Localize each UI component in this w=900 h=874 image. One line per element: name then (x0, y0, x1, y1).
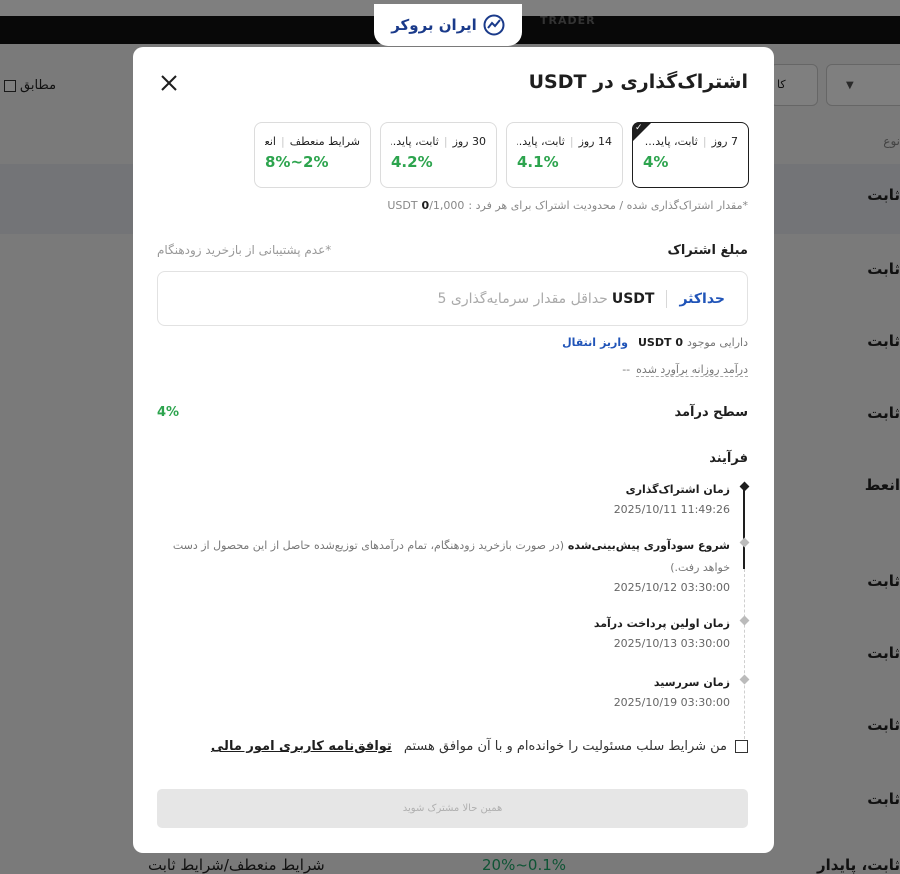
plan-card-30-day[interactable]: 30 روز | ثابت، پاید... 4.2% (380, 122, 497, 188)
subscribe-button[interactable]: همین حالا مشترک شوید (157, 789, 748, 828)
timeline-step: زمان اولین پرداخت درآمد 2025/10/13 03:30… (150, 613, 750, 650)
plan-card-7-day[interactable]: ✓ 7 روز | ثابت، پاید... 4% (632, 122, 749, 188)
timeline-dot-icon (739, 674, 750, 685)
step-title: زمان اشتراک‌گذاری (625, 483, 730, 496)
timeline-step: زمان اشتراک‌گذاری 2025/10/11 11:49:26 (150, 479, 750, 516)
timeline-dot-icon (739, 615, 750, 626)
plan-type: ثابت، پاید... (644, 135, 698, 148)
timeline-step: شروع سودآوری پیش‌بینی‌شده (در صورت بازخر… (150, 535, 750, 594)
plan-rate: 4.2% (391, 153, 433, 171)
plan-type: ثابت، پاید... (391, 135, 439, 148)
step-title: زمان اولین پرداخت درآمد (593, 617, 730, 630)
amount-unit: USDT (611, 290, 655, 307)
balance-label: دارایی موجود (686, 336, 748, 349)
transfer-link[interactable]: انتقال (562, 336, 596, 349)
limit-max: /1,000 (429, 199, 465, 212)
step-date: 2025/10/13 03:30:00 (613, 637, 730, 650)
plan-rate: 8%~2% (265, 153, 329, 171)
step-title: شروع سودآوری پیش‌بینی‌شده (567, 539, 730, 552)
divider (666, 289, 668, 308)
brand-chart-icon (483, 14, 505, 36)
timeline-dot-icon (739, 537, 750, 548)
check-icon: ✓ (635, 123, 643, 133)
estimated-income-label: درآمد روزانه برآورد شده (636, 363, 748, 377)
income-level-value: 4% (157, 405, 180, 420)
terms-text: من شرایط سلب مسئولیت را خوانده‌ام و با آ… (403, 739, 727, 754)
terms-link[interactable]: توافق‌نامه کاربری امور مالی (211, 739, 392, 754)
deposit-link[interactable]: واریز (600, 336, 628, 349)
step-date: 2025/10/11 11:49:26 (613, 503, 730, 516)
subscribe-modal: اشتراک‌گذاری در USDT ✓ 7 روز | ثابت، پاید.… (133, 47, 774, 853)
step-title: زمان سررسید (653, 676, 730, 689)
max-button[interactable]: حداکثر (679, 291, 725, 307)
plan-duration: 30 روز (452, 135, 486, 148)
plan-rate: 4% (643, 153, 669, 171)
plan-card-flexible[interactable]: شرایط منعطف|انعطاف پذ... 8%~2% (254, 122, 371, 188)
step-date: 2025/10/12 03:30:00 (613, 581, 730, 594)
close-icon[interactable] (159, 73, 179, 93)
brand-logo[interactable]: ایران بروکر (374, 4, 522, 46)
amount-field[interactable]: حداکثر USDT (157, 271, 748, 326)
subscription-limit: *مقدار اشتراک‌گذاری شده / محدودیت اشتراک… (387, 199, 748, 212)
timeline-line-active (743, 489, 745, 569)
plan-selector: ✓ 7 روز | ثابت، پاید... 4% 14 روز | ثابت، پا… (254, 122, 749, 188)
terms-checkbox[interactable] (735, 740, 748, 753)
process-label: فرآیند (709, 451, 748, 466)
estimated-income-value: -- (622, 363, 631, 376)
plan-duration: 7 روز (711, 135, 738, 148)
plan-rate: 4.1% (517, 153, 559, 171)
income-level-label: سطح درآمد (674, 405, 748, 420)
estimated-daily-income: درآمد روزانه برآورد شده -- (622, 363, 748, 377)
step-date: 2025/10/19 03:30:00 (613, 696, 730, 709)
early-redeem-note: *عدم پشتیبانی از بازخرید زودهنگام (157, 243, 332, 257)
terms-agreement[interactable]: من شرایط سلب مسئولیت را خوانده‌ام و با آ… (211, 739, 748, 754)
plan-duration: 14 روز (578, 135, 612, 148)
modal-title: اشتراک‌گذاری در USDT (528, 71, 748, 93)
timeline-dot-icon (739, 481, 750, 492)
timeline-line-pending (743, 569, 745, 739)
step-title-block: شروع سودآوری پیش‌بینی‌شده (در صورت بازخر… (150, 535, 730, 579)
plan-card-14-day[interactable]: 14 روز | ثابت، پاید... 4.1% (506, 122, 623, 188)
timeline-step: زمان سررسید 2025/10/19 03:30:00 (150, 672, 750, 709)
limit-unit: USDT (387, 199, 418, 212)
limit-label: *مقدار اشتراک‌گذاری شده / محدودیت اشتراک… (468, 199, 748, 212)
amount-label: مبلغ اشتراک (667, 243, 748, 258)
brand-logo-text: ایران بروکر (391, 16, 477, 34)
limit-value: 0/1,000 (422, 199, 465, 212)
plan-type: ثابت، پاید... (517, 135, 565, 148)
available-balance: دارایی موجود 0 USDT واریز انتقال (562, 336, 748, 349)
plan-duration: شرایط منعطف (289, 135, 360, 148)
plan-type: انعطاف پذ... (265, 135, 276, 148)
balance-value: 0 USDT (637, 336, 683, 349)
amount-input[interactable] (309, 289, 610, 308)
